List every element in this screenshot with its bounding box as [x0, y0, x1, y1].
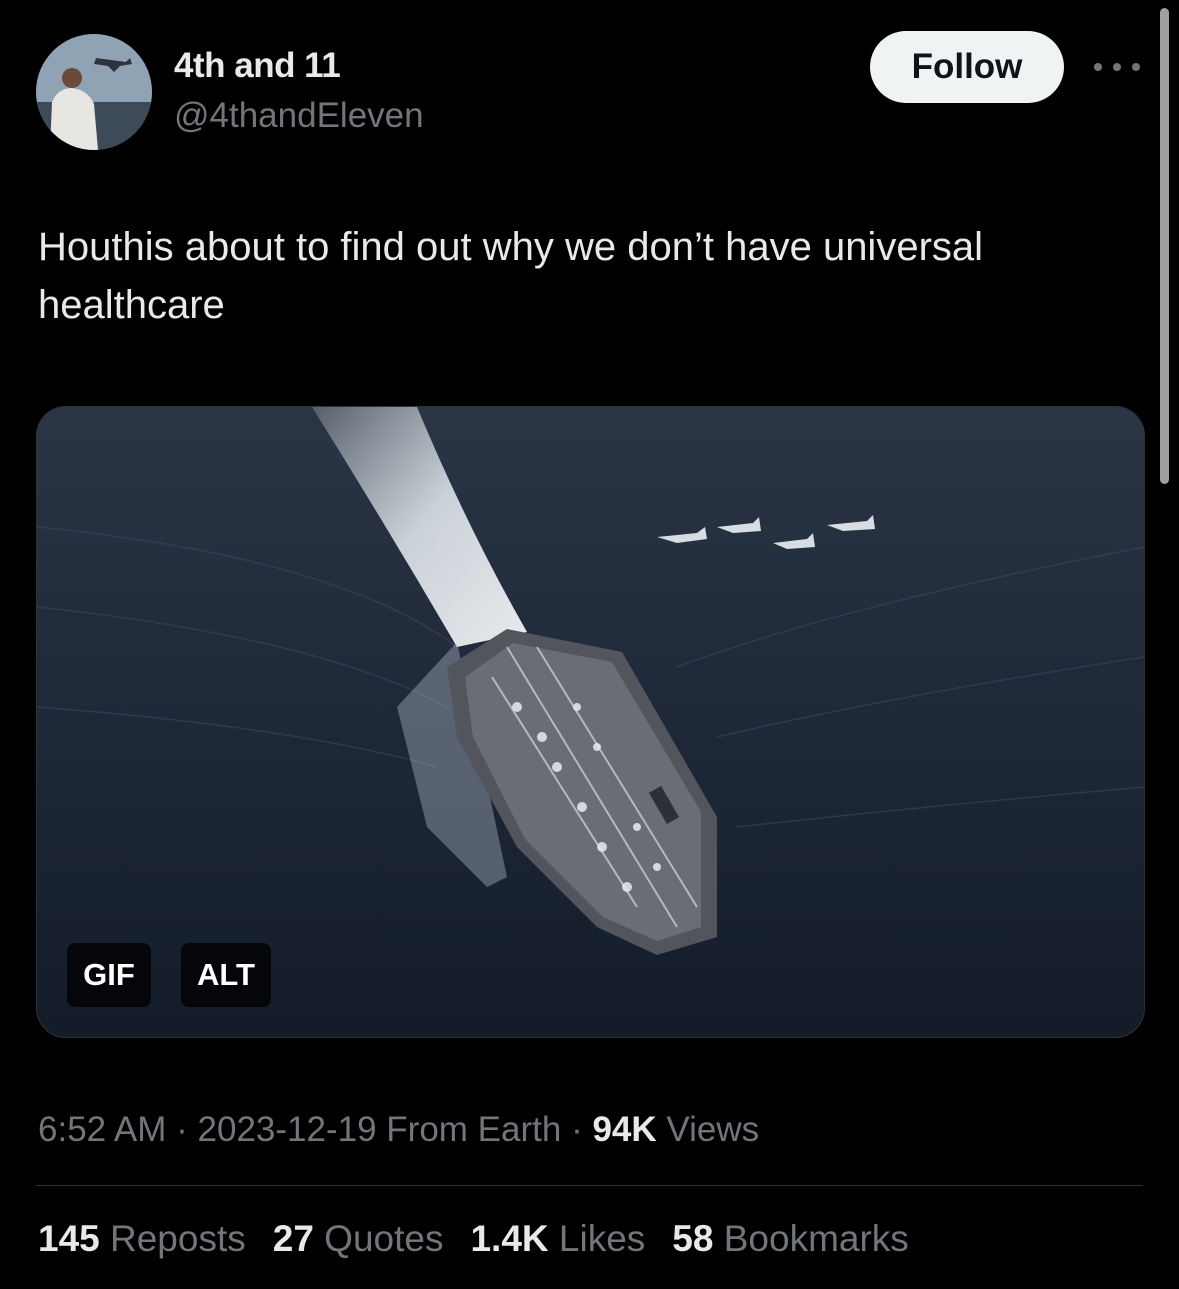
likes-count: 1.4K: [470, 1218, 549, 1259]
user-handle[interactable]: @4thandEleven: [174, 96, 424, 136]
avatar[interactable]: [36, 34, 152, 150]
quotes-label: Quotes: [313, 1218, 444, 1259]
reposts-count: 145: [38, 1218, 100, 1259]
likes-label: Likes: [548, 1218, 646, 1259]
bookmarks-stat[interactable]: 58 Bookmarks: [672, 1218, 909, 1260]
scrollbar[interactable]: [1160, 8, 1169, 484]
tweet-time[interactable]: 6:52 AM: [38, 1110, 166, 1149]
meta-separator: ·: [561, 1110, 593, 1149]
tweet-text: Houthis about to find out why we don’t h…: [38, 225, 984, 327]
reposts-stat[interactable]: 145 Reposts: [38, 1218, 246, 1260]
reposts-label: Reposts: [99, 1218, 246, 1259]
tweet-date[interactable]: 2023-12-19: [198, 1110, 377, 1149]
bookmarks-label: Bookmarks: [713, 1218, 909, 1259]
tweet-metadata: 6:52 AM · 2023-12-19 From Earth · 94K Vi…: [38, 1110, 759, 1150]
engagement-stats: 145 Reposts 27 Quotes 1.4K Likes 58 Book…: [38, 1218, 936, 1260]
more-options-icon[interactable]: [1094, 56, 1140, 78]
quotes-count: 27: [272, 1218, 314, 1259]
views-label: Views: [656, 1110, 760, 1149]
follow-button[interactable]: Follow: [870, 31, 1064, 103]
tweet-source: From Earth: [376, 1110, 562, 1149]
display-name[interactable]: 4th and 11: [174, 46, 341, 86]
likes-stat[interactable]: 1.4K Likes: [470, 1218, 645, 1260]
tweet-media-gif[interactable]: GIF ALT: [36, 406, 1145, 1038]
tweet-detail: 4th and 11 @4thandEleven Follow Houthis …: [0, 0, 1179, 1289]
gif-badge[interactable]: GIF: [67, 943, 151, 1007]
meta-separator: ·: [166, 1110, 198, 1149]
alt-text-button[interactable]: ALT: [181, 943, 271, 1007]
bookmarks-count: 58: [672, 1218, 714, 1259]
divider: [36, 1185, 1143, 1186]
quotes-stat[interactable]: 27 Quotes: [273, 1218, 444, 1260]
views-count: 94K: [592, 1110, 657, 1149]
